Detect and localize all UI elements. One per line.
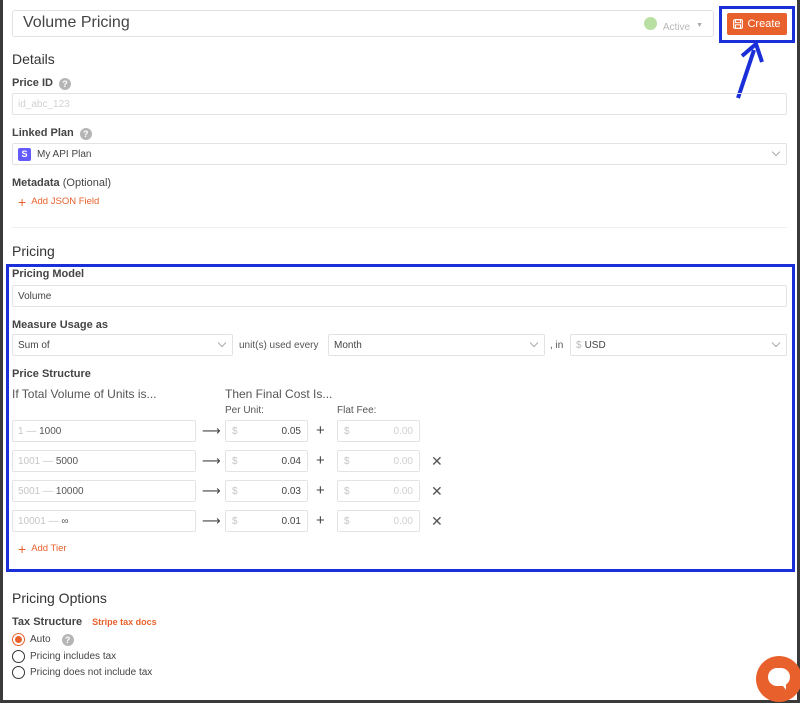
status-label: Active <box>662 22 691 33</box>
linked-plan-select[interactable]: S My API Plan <box>12 143 787 165</box>
pricing-options-heading: Pricing Options <box>12 590 107 606</box>
flat-fee-label: Flat Fee: <box>337 405 377 416</box>
radio-icon[interactable] <box>12 650 25 663</box>
units-used-text: unit(s) used every <box>239 340 319 351</box>
chat-button[interactable] <box>756 656 800 702</box>
add-json-field-link[interactable]: + Add JSON Field <box>18 193 99 210</box>
flat-fee-input[interactable]: $0.00 <box>337 450 420 472</box>
arrow-right-icon: ⟶ <box>202 453 221 468</box>
linked-plan-value: My API Plan <box>37 148 92 160</box>
status-dropdown[interactable]: Active ▼ <box>643 17 703 33</box>
radio-includes-tax[interactable]: Pricing includes tax <box>12 650 116 663</box>
pricing-heading: Pricing <box>12 243 55 259</box>
flat-fee-input[interactable]: $0.00 <box>337 510 420 532</box>
plus-icon: + <box>316 452 325 469</box>
pricing-model-label: Pricing Model <box>12 268 85 280</box>
per-unit-input[interactable]: $0.04 <box>225 450 308 472</box>
per-unit-input[interactable]: $0.01 <box>225 510 308 532</box>
help-icon[interactable]: ? <box>58 78 71 90</box>
remove-tier-icon[interactable]: ✕ <box>431 483 443 500</box>
add-tier-link[interactable]: + Add Tier <box>18 540 67 557</box>
plus-icon: + <box>316 482 325 499</box>
arrow-right-icon: ⟶ <box>202 513 221 528</box>
tier-range-input[interactable]: 5001 — 10000 <box>12 480 196 502</box>
tier-range-input[interactable]: 1 — 1000 <box>12 420 196 442</box>
measure-usage-label: Measure Usage as <box>12 319 108 331</box>
arrow-right-icon: ⟶ <box>202 483 221 498</box>
pricing-model-input[interactable]: Volume <box>12 285 787 307</box>
tax-structure-label: Tax Structure Stripe tax docs <box>12 616 157 628</box>
help-icon[interactable]: ? <box>61 633 74 646</box>
details-heading: Details <box>12 51 55 67</box>
stripe-tax-docs-link[interactable]: Stripe tax docs <box>92 617 157 627</box>
chevron-down-icon <box>217 338 227 348</box>
chevron-down-icon <box>771 338 781 348</box>
remove-tier-icon[interactable]: ✕ <box>431 453 443 470</box>
per-unit-input[interactable]: $0.03 <box>225 480 308 502</box>
remove-tier-icon[interactable]: ✕ <box>431 513 443 530</box>
caret-down-icon: ▼ <box>696 21 703 29</box>
per-unit-input[interactable]: $0.05 <box>225 420 308 442</box>
radio-icon[interactable] <box>12 666 25 679</box>
measure-usage-select[interactable]: Sum of <box>12 334 233 356</box>
plus-icon: + <box>316 512 325 529</box>
radio-auto[interactable]: Auto? <box>12 633 74 646</box>
period-select[interactable]: Month <box>328 334 545 356</box>
arrow-right-icon: ⟶ <box>202 423 221 438</box>
section-divider <box>12 227 787 228</box>
price-id-input[interactable]: id_abc_123 <box>12 93 787 115</box>
flat-fee-input[interactable]: $0.00 <box>337 420 420 442</box>
chevron-down-icon <box>771 147 781 157</box>
price-structure-label: Price Structure <box>12 368 91 380</box>
plus-icon: + <box>316 422 325 439</box>
plus-icon: + <box>18 540 27 557</box>
per-unit-label: Per Unit: <box>225 405 264 416</box>
tier-range-input[interactable]: 1001 — 5000 <box>12 450 196 472</box>
help-icon[interactable]: ? <box>79 128 92 140</box>
price-id-label: Price ID? <box>12 77 71 90</box>
title-field[interactable]: Volume Pricing Active ▼ <box>12 10 714 37</box>
flat-fee-input[interactable]: $0.00 <box>337 480 420 502</box>
metadata-label: Metadata (Optional) <box>12 177 112 189</box>
then-final-cost-text: Then Final Cost Is... <box>225 387 333 401</box>
chevron-down-icon <box>529 338 539 348</box>
in-text: , in <box>550 340 564 351</box>
linked-plan-label: Linked Plan? <box>12 127 92 140</box>
plus-icon: + <box>18 193 27 210</box>
highlight-box-create <box>719 6 795 43</box>
chat-bubble-icon <box>768 668 790 690</box>
radio-selected-icon[interactable] <box>12 633 25 646</box>
radio-excludes-tax[interactable]: Pricing does not include tax <box>12 666 152 679</box>
if-total-volume-text: If Total Volume of Units is... <box>12 387 157 401</box>
stripe-s-icon: S <box>18 147 31 161</box>
currency-select[interactable]: $ USD <box>570 334 787 356</box>
tier-range-input[interactable]: 10001 — ∞ <box>12 510 196 532</box>
status-dot-icon <box>643 17 657 30</box>
page-title: Volume Pricing <box>23 14 130 31</box>
